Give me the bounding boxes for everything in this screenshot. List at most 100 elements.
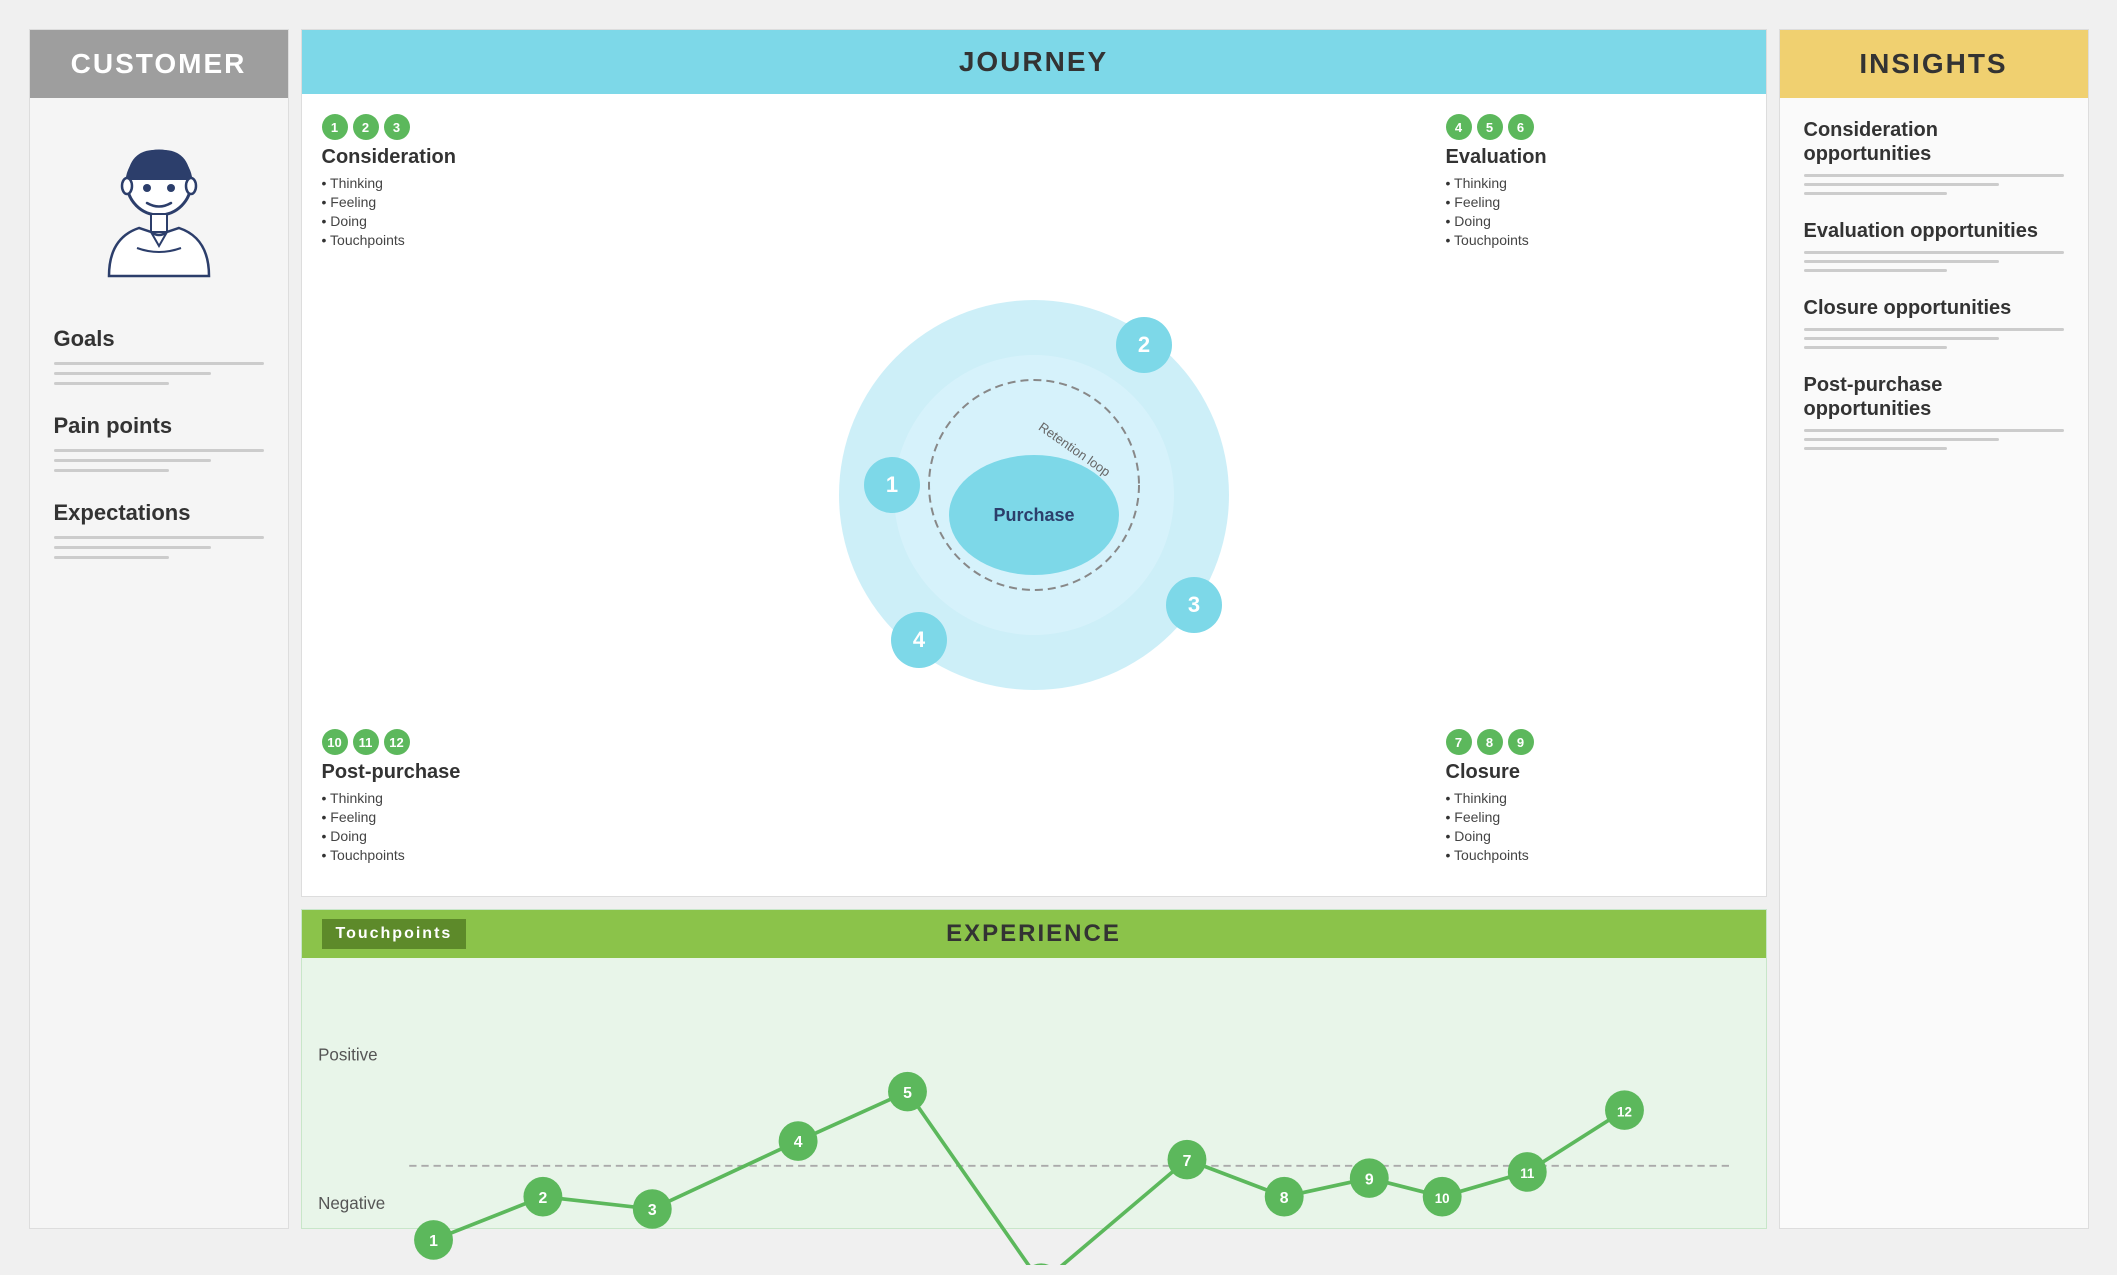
line bbox=[1804, 438, 1999, 441]
line bbox=[54, 546, 212, 549]
line bbox=[1804, 346, 1947, 349]
closure-insight-title: Closure opportunities bbox=[1804, 296, 2064, 320]
experience-chart: Positive Negative 1 2 3 4 bbox=[302, 958, 1766, 1275]
consideration-title: Consideration bbox=[322, 146, 622, 169]
goals-section: Goals bbox=[54, 308, 264, 395]
journey-left-phases: 1 2 3 Consideration Thinking Feeling Doi… bbox=[322, 114, 622, 876]
num-3: 3 bbox=[384, 114, 410, 140]
svg-text:Purchase: Purchase bbox=[993, 505, 1074, 525]
line bbox=[1804, 174, 2064, 177]
goals-label: Goals bbox=[54, 326, 264, 352]
right-panel: INSIGHTS Consideration opportunities Eva… bbox=[1779, 29, 2089, 1229]
line bbox=[1804, 337, 1999, 340]
list-item: Feeling bbox=[1446, 194, 1746, 210]
journey-body: 1 2 3 Consideration Thinking Feeling Doi… bbox=[302, 94, 1766, 896]
svg-text:1: 1 bbox=[429, 1233, 438, 1250]
num-6: 6 bbox=[1508, 114, 1534, 140]
svg-text:8: 8 bbox=[1279, 1190, 1288, 1207]
expectations-label: Expectations bbox=[54, 500, 264, 526]
svg-text:12: 12 bbox=[1617, 1104, 1632, 1119]
svg-text:7: 7 bbox=[1182, 1153, 1191, 1170]
post-purchase-insight-title: Post-purchase opportunities bbox=[1804, 373, 2064, 421]
consideration-list: Thinking Feeling Doing Touchpoints bbox=[322, 175, 622, 248]
post-purchase-title: Post-purchase bbox=[322, 761, 622, 784]
evaluation-phase: 4 5 6 Evaluation Thinking Feeling Doing … bbox=[1446, 114, 1746, 251]
post-purchase-insight-lines bbox=[1804, 429, 2064, 450]
pain-points-section: Pain points bbox=[54, 395, 264, 482]
line bbox=[1804, 192, 1947, 195]
circle-svg: 1 2 3 4 Purchase bbox=[824, 285, 1244, 705]
consideration-phase: 1 2 3 Consideration Thinking Feeling Doi… bbox=[322, 114, 622, 251]
closure-title: Closure bbox=[1446, 761, 1746, 784]
list-item: Thinking bbox=[322, 175, 622, 191]
svg-text:11: 11 bbox=[1520, 1166, 1535, 1181]
svg-text:3: 3 bbox=[1187, 592, 1199, 617]
closure-list: Thinking Feeling Doing Touchpoints bbox=[1446, 790, 1746, 863]
num-8: 8 bbox=[1477, 729, 1503, 755]
num-2: 2 bbox=[353, 114, 379, 140]
left-content: Goals Pain points Expectations bbox=[30, 98, 288, 1228]
line bbox=[54, 372, 212, 375]
closure-numbers: 7 8 9 bbox=[1446, 729, 1746, 755]
goals-lines bbox=[54, 362, 264, 385]
svg-text:2: 2 bbox=[538, 1190, 547, 1207]
list-item: Thinking bbox=[1446, 175, 1746, 191]
num-9: 9 bbox=[1508, 729, 1534, 755]
line bbox=[1804, 251, 2064, 254]
experience-title: EXPERIENCE bbox=[946, 920, 1121, 947]
experience-svg: Positive Negative 1 2 3 4 bbox=[312, 968, 1746, 1265]
journey-section: JOURNEY 1 2 3 Consideration Thinking bbox=[301, 29, 1767, 897]
experience-section: Touchpoints EXPERIENCE Positive Negative… bbox=[301, 909, 1767, 1229]
closure-insight: Closure opportunities bbox=[1804, 296, 2064, 349]
svg-text:9: 9 bbox=[1364, 1171, 1373, 1188]
consideration-insight-lines bbox=[1804, 174, 2064, 195]
consideration-insight: Consideration opportunities bbox=[1804, 118, 2064, 195]
avatar-container bbox=[54, 118, 264, 308]
svg-text:4: 4 bbox=[912, 627, 925, 652]
list-item: Thinking bbox=[322, 790, 622, 806]
expectations-lines bbox=[54, 536, 264, 559]
pain-points-label: Pain points bbox=[54, 413, 264, 439]
list-item: Doing bbox=[1446, 213, 1746, 229]
left-panel: CUSTOMER bbox=[29, 29, 289, 1229]
evaluation-numbers: 4 5 6 bbox=[1446, 114, 1746, 140]
evaluation-insight: Evaluation opportunities bbox=[1804, 219, 2064, 272]
line bbox=[54, 536, 264, 539]
post-purchase-insight: Post-purchase opportunities bbox=[1804, 373, 2064, 450]
line bbox=[54, 469, 170, 472]
consideration-insight-title: Consideration opportunities bbox=[1804, 118, 2064, 166]
positive-label: Positive bbox=[318, 1045, 378, 1065]
insights-header: INSIGHTS bbox=[1780, 30, 2088, 98]
line bbox=[54, 449, 264, 452]
line bbox=[1804, 260, 1999, 263]
list-item: Thinking bbox=[1446, 790, 1746, 806]
line bbox=[54, 556, 170, 559]
svg-text:1: 1 bbox=[885, 472, 897, 497]
evaluation-title: Evaluation bbox=[1446, 146, 1746, 169]
line bbox=[1804, 328, 2064, 331]
svg-text:5: 5 bbox=[903, 1085, 912, 1102]
num-10: 10 bbox=[322, 729, 348, 755]
line bbox=[1804, 269, 1947, 272]
circle-diagram: 1 2 3 4 Purchase bbox=[824, 285, 1244, 705]
list-item: Doing bbox=[322, 213, 622, 229]
closure-insight-lines bbox=[1804, 328, 2064, 349]
evaluation-insight-lines bbox=[1804, 251, 2064, 272]
line bbox=[1804, 183, 1999, 186]
experience-header: Touchpoints EXPERIENCE bbox=[302, 910, 1766, 958]
middle-panel: JOURNEY 1 2 3 Consideration Thinking bbox=[301, 29, 1767, 1229]
closure-phase: 7 8 9 Closure Thinking Feeling Doing Tou… bbox=[1446, 729, 1746, 866]
list-item: Touchpoints bbox=[1446, 847, 1746, 863]
list-item: Touchpoints bbox=[322, 232, 622, 248]
num-7: 7 bbox=[1446, 729, 1472, 755]
post-purchase-numbers: 10 11 12 bbox=[322, 729, 622, 755]
num-11: 11 bbox=[353, 729, 379, 755]
num-5: 5 bbox=[1477, 114, 1503, 140]
svg-text:3: 3 bbox=[647, 1202, 656, 1219]
journey-right-phases: 4 5 6 Evaluation Thinking Feeling Doing … bbox=[1446, 114, 1746, 876]
journey-circle: 1 2 3 4 Purchase bbox=[622, 285, 1446, 705]
customer-header: CUSTOMER bbox=[30, 30, 288, 98]
svg-text:4: 4 bbox=[793, 1134, 802, 1151]
evaluation-insight-title: Evaluation opportunities bbox=[1804, 219, 2064, 243]
line bbox=[54, 459, 212, 462]
